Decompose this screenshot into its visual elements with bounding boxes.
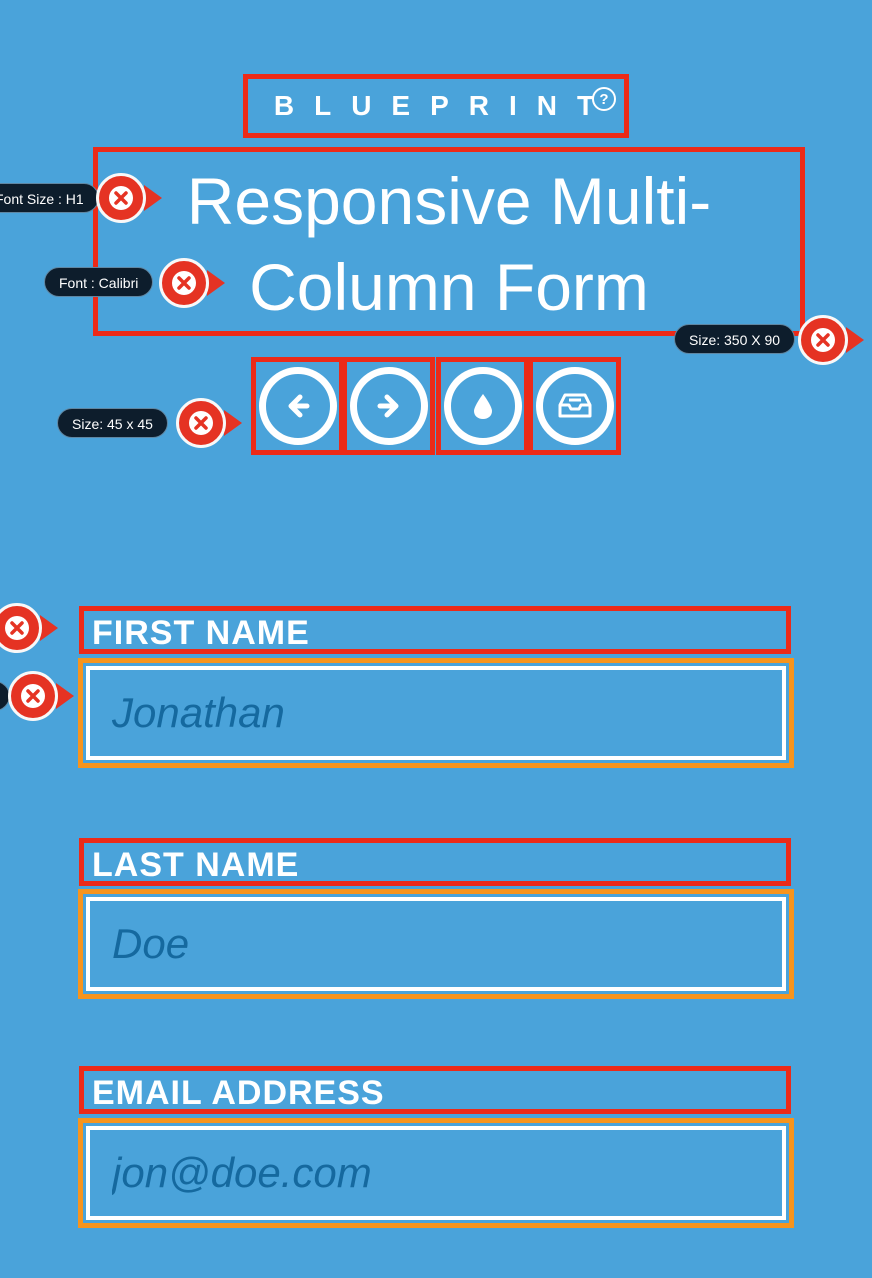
- close-icon: [0, 603, 42, 653]
- email-field-box: [78, 1118, 794, 1228]
- email-label-box: EMAIL ADDRESS: [79, 1066, 791, 1114]
- remove-icon-size-annotation-button[interactable]: [176, 398, 242, 448]
- last-name-input[interactable]: [90, 901, 782, 987]
- font-tooltip: Font : Calibri: [44, 267, 154, 297]
- email-input[interactable]: [90, 1130, 782, 1216]
- first-name-label: FIRST NAME: [92, 614, 310, 652]
- first-name-label-box: FIRST NAME: [79, 606, 791, 654]
- icon-size-tooltip: Size: 45 x 45: [57, 408, 168, 438]
- remove-font-size-annotation-button[interactable]: [96, 173, 162, 223]
- title-size-tooltip: Size: 350 X 90: [674, 324, 796, 354]
- close-icon: [159, 258, 209, 308]
- droplet-icon: [443, 367, 522, 445]
- forward-button[interactable]: [342, 357, 435, 455]
- close-icon: [8, 671, 58, 721]
- remove-field-annotation-button[interactable]: [8, 671, 74, 721]
- close-icon: [176, 398, 226, 448]
- arrow-right-icon: [349, 367, 428, 445]
- font-size-tooltip: Font Size : H1: [0, 183, 99, 213]
- brand-annotation-box: BLUEPRINT: [243, 74, 629, 138]
- first-name-field-box: [78, 658, 794, 768]
- first-name-input[interactable]: [90, 670, 782, 756]
- last-name-label: LAST NAME: [92, 846, 300, 884]
- email-label: EMAIL ADDRESS: [92, 1074, 385, 1112]
- inbox-button[interactable]: [528, 357, 621, 455]
- inbox-icon: [535, 367, 614, 445]
- question-circle-icon[interactable]: ?: [592, 87, 616, 111]
- last-name-label-box: LAST NAME: [79, 838, 791, 886]
- last-name-field-box: [78, 889, 794, 999]
- remove-font-annotation-button[interactable]: [159, 258, 225, 308]
- back-button[interactable]: [251, 357, 344, 455]
- remove-label-annotation-button[interactable]: [0, 603, 58, 653]
- brand-logo: BLUEPRINT: [273, 90, 615, 121]
- close-icon: [96, 173, 146, 223]
- color-button[interactable]: [436, 357, 529, 455]
- remove-title-size-annotation-button[interactable]: [798, 315, 864, 365]
- close-icon: [798, 315, 848, 365]
- arrow-left-icon: [258, 367, 337, 445]
